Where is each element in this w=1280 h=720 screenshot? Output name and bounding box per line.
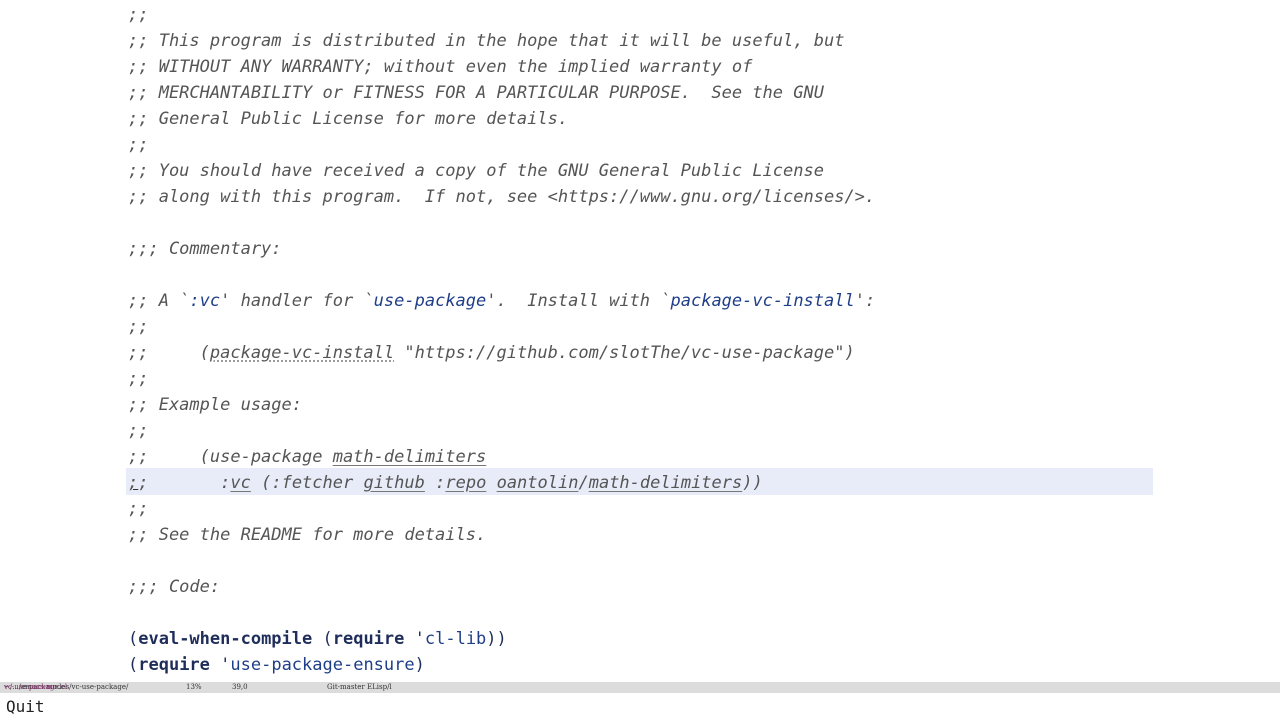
code-line-install-example: ;; (package-vc-install "https://github.c… — [128, 340, 855, 366]
text-segment: ;; ( — [128, 343, 210, 363]
code-line: ;; — [128, 317, 149, 337]
cursor: ; — [128, 473, 139, 493]
flagged-symbol[interactable]: oantolin — [497, 473, 579, 493]
quote: ' — [404, 629, 425, 649]
flagged-symbol[interactable]: math-delimiters — [589, 473, 743, 493]
code-line: ;; You should have received a copy of th… — [128, 161, 824, 181]
text-segment: )) — [742, 473, 763, 493]
text-segment: / — [578, 473, 589, 493]
paren: ( — [128, 655, 139, 675]
paren: ) — [414, 655, 425, 675]
code-line-eval-when-compile: (eval-when-compile (require 'cl-lib)) — [128, 626, 507, 652]
code-line: ;; — [128, 369, 149, 389]
code-line: ;; — [128, 135, 149, 155]
section-heading-code: ;;; Code: — [128, 577, 221, 597]
text-segment: '. Install with ` — [486, 291, 671, 311]
code-line: ;; See the README for more details. — [128, 525, 487, 545]
minibuffer-message: Quit — [6, 697, 45, 716]
code-line: ;; This program is distributed in the ho… — [128, 31, 845, 51]
symbol-ref-use-package[interactable]: use-package — [374, 291, 487, 311]
text-segment: ;; A ` — [128, 291, 190, 311]
text-segment: ': — [854, 291, 876, 311]
code-line-handler: ;; A `:vc' handler for `use-package'. In… — [128, 288, 875, 314]
cursor-position: 39,0 — [232, 683, 248, 691]
keyword: eval-when-compile — [138, 629, 313, 649]
symbol: use-package-ensure — [230, 655, 415, 675]
keyword: require — [332, 629, 405, 649]
paren: ( — [312, 629, 333, 649]
code-line: ;; — [128, 421, 149, 441]
editor-buffer[interactable]: ;; ;; This program is distributed in the… — [0, 0, 1280, 681]
flagged-symbol[interactable]: vc — [230, 473, 250, 493]
code-line: ;; Example usage: — [128, 395, 302, 415]
text-segment: ' handler for ` — [220, 291, 374, 311]
code-line-require: (require 'use-package-ensure) — [128, 652, 425, 678]
text-segment: "https://github.com/slotThe/vc-use-packa… — [394, 343, 855, 363]
flagged-symbol[interactable]: package-vc-install — [210, 343, 394, 363]
major-mode[interactable]: ELisp/l — [367, 682, 392, 693]
symbol: cl-lib — [424, 629, 487, 649]
code-line: ;; WITHOUT ANY WARRANTY; without even th… — [128, 57, 753, 77]
vc-branch[interactable]: Git-master — [327, 682, 365, 693]
text-segment: (:fetcher — [250, 473, 364, 493]
buffer-filename: vc-use-package.el — [4, 683, 68, 691]
code-line-usage: ;; (use-package math-delimiters — [128, 444, 486, 470]
text-segment: ;; (use-package — [128, 447, 333, 467]
paren: )) — [486, 629, 507, 649]
buffer-percent: 13% — [186, 683, 202, 691]
code-line: ;; MERCHANTABILITY or FITNESS FOR A PART… — [128, 83, 824, 103]
code-line: ;; along with this program. If not, see … — [128, 187, 876, 207]
keyword-ref-vc[interactable]: :vc — [189, 291, 220, 311]
paren: ( — [128, 629, 139, 649]
text-segment: ; — [138, 473, 149, 493]
code-line: ;; General Public License for more detai… — [128, 109, 569, 129]
keyword: require — [138, 655, 210, 675]
text-segment: : — [148, 473, 231, 493]
code-line: ;; — [128, 5, 149, 25]
mode-line[interactable]: ~/.../emacs-modes/vc-use-package/vc-use-… — [0, 682, 1280, 693]
flagged-symbol[interactable]: github — [363, 473, 424, 493]
quote: ' — [209, 655, 231, 675]
section-heading-commentary: ;;; Commentary: — [128, 239, 282, 259]
code-line: ;; — [128, 499, 149, 519]
text-segment — [486, 473, 496, 493]
flagged-symbol[interactable]: repo — [445, 473, 486, 493]
symbol-ref-package-vc-install[interactable]: package-vc-install — [671, 291, 855, 311]
text-segment: : — [424, 473, 446, 493]
flagged-symbol[interactable]: math-delimiters — [333, 447, 487, 467]
code-line-current: ;; :vc (:fetcher github :repo oantolin/m… — [128, 470, 763, 496]
